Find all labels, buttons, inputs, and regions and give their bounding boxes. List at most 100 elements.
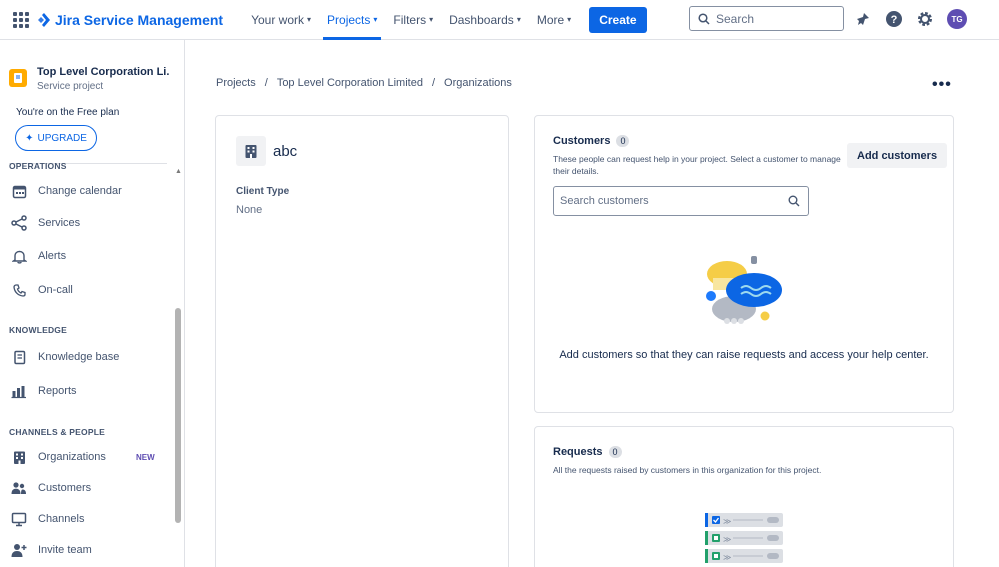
section-knowledge: KNOWLEDGE — [9, 325, 67, 335]
sidebar-item-change-calendar[interactable]: Change calendar — [10, 182, 122, 200]
help-icon[interactable]: ? — [883, 8, 905, 30]
notifications-icon[interactable] — [852, 8, 874, 30]
scroll-up-arrow-icon[interactable]: ▲ — [175, 168, 182, 175]
requests-title: Requests 0 — [553, 446, 622, 458]
organization-name[interactable]: abc — [273, 143, 297, 160]
project-type: Service project — [37, 81, 104, 92]
chevron-down-icon: ▾ — [516, 15, 521, 24]
customers-card: Customers 0 These people can request hel… — [534, 115, 954, 413]
sidebar-item-knowledge-base[interactable]: Knowledge base — [10, 348, 119, 366]
project-name: Top Level Corporation Li... — [37, 66, 169, 78]
breadcrumb-separator: / — [264, 77, 268, 89]
organization-details-card: abc Client Type None — [215, 115, 509, 567]
sidebar-item-services[interactable]: Services — [10, 214, 80, 232]
customers-count-badge: 0 — [616, 135, 630, 147]
requests-count-badge: 0 — [608, 446, 622, 458]
people-icon — [10, 479, 28, 497]
sidebar-item-label: Services — [38, 217, 81, 229]
sidebar-item-label: Change calendar — [38, 185, 122, 197]
nav-menu: Your work ▾ Projects ▾ Filters ▾ Dashboards… — [245, 0, 581, 40]
nav-filters[interactable]: Filters ▾ — [387, 0, 439, 40]
sidebar-item-label: Invite team — [38, 544, 92, 556]
sidebar-item-organizations[interactable]: Organizations — [10, 448, 106, 466]
bell-icon — [10, 247, 28, 265]
nav-projects[interactable]: Projects ▾ — [321, 0, 383, 40]
plan-text: You're on the Free plan — [16, 107, 120, 118]
search-icon — [788, 195, 800, 207]
nav-more-label: More — [536, 12, 565, 27]
chevron-down-icon: ▾ — [307, 15, 312, 24]
project-avatar-icon — [9, 69, 27, 87]
customers-title-text: Customers — [553, 135, 611, 147]
requests-card: Requests 0 All the requests raised by cu… — [534, 426, 954, 567]
sidebar-scrollbar[interactable]: ▲ — [174, 168, 183, 567]
nav-your-work[interactable]: Your work ▾ — [245, 0, 317, 40]
section-channels-people: CHANNELS & PEOPLE — [9, 427, 105, 437]
user-avatar[interactable]: TG — [947, 9, 967, 29]
customer-search[interactable] — [553, 186, 809, 216]
svg-text:≫: ≫ — [723, 517, 731, 526]
chat-bubbles-illustration — [706, 256, 782, 324]
sidebar-item-invite-team[interactable]: Invite team — [10, 541, 92, 559]
nav-dashboards[interactable]: Dashboards ▾ — [443, 0, 527, 40]
upgrade-label: UPGRADE — [37, 132, 87, 144]
nav-more[interactable]: More ▾ — [531, 0, 577, 40]
sidebar-item-label: Organizations — [38, 451, 106, 463]
requests-description: All the requests raised by customers in … — [553, 465, 822, 475]
upgrade-button[interactable]: ✦ UPGRADE — [15, 125, 97, 151]
monitor-icon — [10, 510, 28, 528]
breadcrumb-separator: / — [431, 77, 436, 89]
breadcrumb-project[interactable]: Top Level Corporation Limited — [277, 77, 423, 89]
customers-description: These people can request help in your pr… — [553, 153, 841, 177]
global-search[interactable] — [689, 6, 844, 31]
customers-title: Customers 0 — [553, 135, 630, 147]
create-button[interactable]: Create — [589, 6, 647, 33]
nav-dashboards-label: Dashboards — [449, 12, 514, 27]
book-icon — [10, 348, 28, 366]
sidebar: Top Level Corporation Li... Service proj… — [0, 40, 185, 567]
breadcrumb-projects[interactable]: Projects — [216, 77, 256, 89]
nav-projects-label: Projects — [327, 12, 371, 27]
sidebar-item-label: Channels — [38, 513, 85, 525]
chevron-down-icon: ▾ — [373, 15, 378, 24]
chevron-down-icon: ▾ — [567, 15, 572, 24]
add-customers-button[interactable]: Add customers — [847, 143, 948, 168]
request-list-illustration: ≫ ≫ ≫ — [705, 513, 783, 563]
new-badge: NEW — [136, 453, 155, 462]
sparkle-icon: ✦ — [25, 132, 34, 144]
svg-text:≫: ≫ — [723, 535, 731, 544]
calendar-icon — [10, 182, 28, 200]
breadcrumb-organizations[interactable]: Organizations — [444, 77, 512, 89]
sidebar-item-customers[interactable]: Customers — [10, 479, 91, 497]
nav-filters-label: Filters — [393, 12, 427, 27]
sidebar-item-label: Customers — [38, 482, 92, 494]
client-type-value[interactable]: None — [236, 204, 262, 216]
sidebar-item-channels[interactable]: Channels — [10, 510, 84, 528]
project-header[interactable]: Top Level Corporation Li... Service proj… — [9, 66, 169, 92]
customers-description-line: their details. — [553, 166, 599, 176]
chart-icon — [10, 382, 28, 400]
building-icon — [10, 448, 28, 466]
breadcrumb: Projects / Top Level Corporation Limited… — [216, 77, 512, 89]
scroll-thumb[interactable] — [175, 308, 181, 523]
svg-text:?: ? — [891, 14, 898, 26]
search-icon — [698, 12, 710, 25]
more-actions-icon[interactable]: ••• — [932, 76, 952, 94]
svg-text:≫: ≫ — [723, 553, 731, 562]
customer-search-input[interactable] — [560, 195, 780, 207]
app-switcher-icon[interactable] — [13, 11, 29, 28]
sidebar-item-alerts[interactable]: Alerts — [10, 247, 66, 265]
product-name: Jira Service Management — [55, 11, 224, 28]
sidebar-item-on-call[interactable]: On-call — [10, 281, 73, 299]
sidebar-item-reports[interactable]: Reports — [10, 382, 77, 400]
settings-gear-icon[interactable] — [914, 8, 936, 30]
phone-icon — [10, 281, 28, 299]
search-input[interactable] — [716, 11, 826, 26]
nav-your-work-label: Your work — [251, 12, 305, 27]
customers-description-line: These people can request help in your pr… — [553, 154, 841, 164]
product-logo[interactable]: Jira Service Management — [37, 12, 223, 28]
sidebar-item-label: Reports — [38, 385, 77, 397]
requests-title-text: Requests — [553, 446, 603, 458]
top-navigation: Jira Service Management Your work ▾ Proje… — [0, 0, 999, 40]
section-operations: OPERATIONS — [9, 161, 67, 171]
